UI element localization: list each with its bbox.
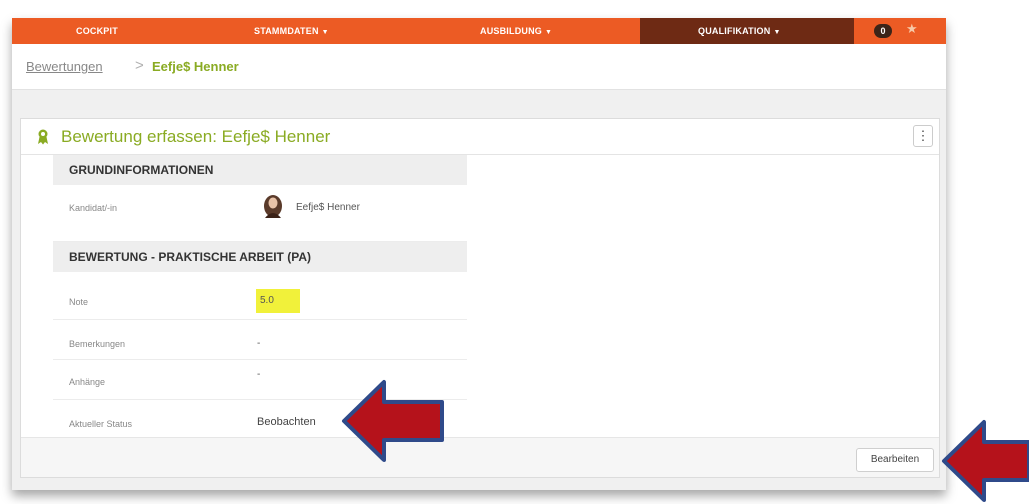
evaluation-card: Bewertung erfassen: Eefje$ Henner ⋮ GRUN… xyxy=(20,118,940,478)
notification-badge[interactable]: 0 xyxy=(874,24,892,38)
annotation-arrow-icon xyxy=(942,420,1029,502)
nav-qualifikation[interactable]: QUALIFIKATION ▼ xyxy=(698,18,781,44)
app-window: COCKPIT STAMMDATEN ▼ AUSBILDUNG ▼ QUALIFIK… xyxy=(12,18,946,490)
status-label: Aktueller Status xyxy=(69,419,133,429)
divider xyxy=(53,319,467,320)
more-options-button[interactable]: ⋮ xyxy=(913,125,933,147)
breadcrumb-separator: > xyxy=(135,57,144,74)
card-header: Bewertung erfassen: Eefje$ Henner ⋮ xyxy=(21,119,939,155)
note-value: 5.0 xyxy=(256,289,300,313)
remarks-value: - xyxy=(257,338,261,349)
nav-ausbildung[interactable]: AUSBILDUNG ▼ xyxy=(480,18,552,44)
remarks-label: Bemerkungen xyxy=(69,339,126,349)
nav-cockpit[interactable]: COCKPIT xyxy=(76,18,118,44)
avatar xyxy=(264,195,282,218)
divider xyxy=(53,359,467,360)
note-label: Note xyxy=(69,297,89,307)
attachments-value: - xyxy=(257,369,261,380)
breadcrumb-bewertungen[interactable]: Bewertungen xyxy=(26,59,103,74)
attachments-label: Anhänge xyxy=(69,377,106,387)
nav-stammdaten[interactable]: STAMMDATEN ▼ xyxy=(254,18,329,44)
nav-qualifikation-active[interactable]: QUALIFIKATION ▼ xyxy=(640,18,854,44)
breadcrumb: Bewertungen > Eefje$ Henner xyxy=(12,44,946,90)
top-navigation: COCKPIT STAMMDATEN ▼ AUSBILDUNG ▼ QUALIFIK… xyxy=(12,18,946,44)
candidate-value[interactable]: Eefje$ Henner xyxy=(296,202,360,213)
award-icon xyxy=(38,129,48,145)
chevron-down-icon: ▼ xyxy=(773,29,781,36)
annotation-arrow-icon xyxy=(342,380,444,462)
page-title: Bewertung erfassen: Eefje$ Henner xyxy=(61,127,331,146)
section-heading-grundinformationen: GRUNDINFORMATIONEN xyxy=(53,155,467,185)
card-footer: Bearbeiten xyxy=(21,437,939,477)
star-icon[interactable]: ★ xyxy=(906,21,918,37)
chevron-down-icon: ▼ xyxy=(321,29,329,36)
breadcrumb-current: Eefje$ Henner xyxy=(152,59,239,74)
status-value: Beobachten xyxy=(257,416,316,428)
edit-button[interactable]: Bearbeiten xyxy=(856,448,934,472)
candidate-label: Kandidat/-in xyxy=(69,203,118,213)
section-heading-bewertung: BEWERTUNG - PRAKTISCHE ARBEIT (PA) xyxy=(53,242,467,272)
chevron-down-icon: ▼ xyxy=(545,29,553,36)
